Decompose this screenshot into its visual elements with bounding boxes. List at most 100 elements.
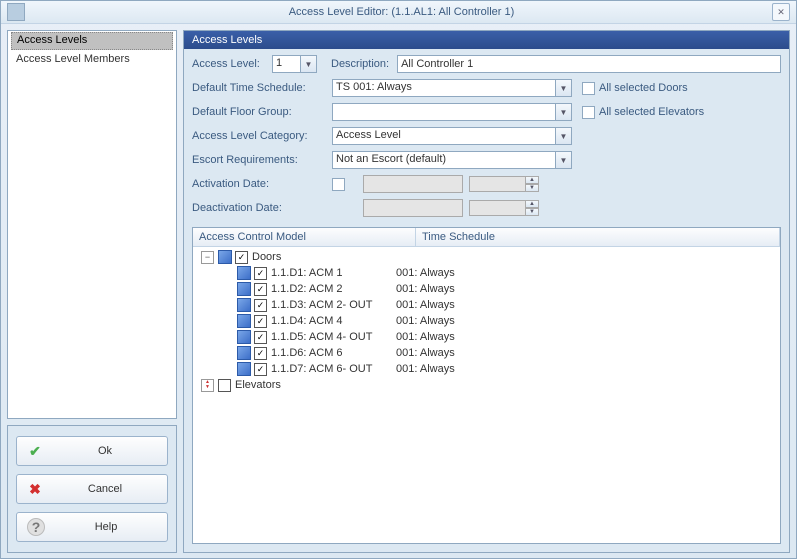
window-title: Access Level Editor: (1.1.AL1: All Contr… [31,6,772,18]
cube-icon [237,282,251,296]
activation-label: Activation Date: [192,178,332,190]
client-area: Access Levels Access Level Members ✔ Ok … [1,24,796,559]
titlebar: Access Level Editor: (1.1.AL1: All Contr… [1,1,796,24]
item-schedule: 001: Always [396,315,776,327]
category-select[interactable]: Access Level ▼ [332,127,572,145]
tree-row-door-item[interactable]: ✓ 1.1.D3: ACM 2- OUT 001: Always [193,297,780,313]
cube-icon [237,330,251,344]
nav-item-access-levels[interactable]: Access Levels [11,32,173,50]
description-input[interactable] [397,55,781,73]
ok-label: Ok [53,445,157,457]
side-column: Access Levels Access Level Members ✔ Ok … [7,30,177,553]
list-body: − ✓ Doors ✓ 1.1.D1: ACM 1 001: Always ✓ 1.1.D2:… [193,247,780,543]
cube-icon [237,346,251,360]
ok-button[interactable]: ✔ Ok [16,436,168,466]
escort-value: Not an Escort (default) [336,153,446,165]
item-checkbox[interactable]: ✓ [254,315,267,328]
deactivation-date-input[interactable] [363,199,463,217]
access-level-select[interactable]: 1 ▼ [272,55,317,73]
all-elevators-label: All selected Elevators [599,106,704,118]
tree-row-door-item[interactable]: ✓ 1.1.D2: ACM 2 001: Always [193,281,780,297]
panel-header: Access Levels [184,31,789,49]
access-level-value: 1 [276,57,282,69]
item-schedule: 001: Always [396,267,776,279]
tree-row-door-item[interactable]: ✓ 1.1.D7: ACM 6- OUT 001: Always [193,361,780,377]
tree-row-elevators[interactable]: ▲▼ Elevators [193,377,780,393]
chevron-down-icon: ▼ [555,152,571,168]
tree-row-door-item[interactable]: ✓ 1.1.D5: ACM 4- OUT 001: Always [193,329,780,345]
sort-icon[interactable]: ▲▼ [201,379,214,392]
access-level-label: Access Level: [192,58,272,70]
nav-item-access-level-members[interactable]: Access Level Members [8,51,176,67]
item-checkbox[interactable]: ✓ [254,347,267,360]
activation-checkbox[interactable] [332,178,345,191]
item-checkbox[interactable]: ✓ [254,363,267,376]
spin-down-icon: ▼ [525,184,539,192]
cube-icon [237,266,251,280]
help-button[interactable]: ? Help [16,512,168,542]
cancel-label: Cancel [53,483,157,495]
item-checkbox[interactable]: ✓ [254,299,267,312]
default-time-select[interactable]: TS 001: Always ▼ [332,79,572,97]
window: Access Level Editor: (1.1.AL1: All Contr… [0,0,797,559]
category-value: Access Level [336,129,401,141]
cross-icon: ✖ [27,481,43,497]
item-schedule: 001: Always [396,331,776,343]
default-floor-label: Default Floor Group: [192,106,332,118]
item-name: 1.1.D5: ACM 4- OUT [271,331,372,343]
nav-tree: Access Levels Access Level Members [7,30,177,419]
cube-icon [237,362,251,376]
col-model[interactable]: Access Control Model [193,228,416,246]
item-schedule: 001: Always [396,283,776,295]
activation-date-input[interactable] [363,175,463,193]
tree-row-door-item[interactable]: ✓ 1.1.D1: ACM 1 001: Always [193,265,780,281]
tree-row-door-item[interactable]: ✓ 1.1.D4: ACM 4 001: Always [193,313,780,329]
item-name: 1.1.D4: ACM 4 [271,315,343,327]
item-checkbox[interactable]: ✓ [254,283,267,296]
deactivation-time-spinner[interactable]: ▲▼ [469,200,539,216]
form-area: Access Level: 1 ▼ Description: Default T… [184,49,789,227]
chevron-down-icon: ▼ [555,80,571,96]
escort-label: Escort Requirements: [192,154,332,166]
item-name: 1.1.D2: ACM 2 [271,283,343,295]
item-name: 1.1.D3: ACM 2- OUT [271,299,372,311]
item-schedule: 001: Always [396,363,776,375]
spin-down-icon: ▼ [525,208,539,216]
all-doors-checkbox[interactable] [582,82,595,95]
col-schedule[interactable]: Time Schedule [416,228,780,246]
tree-row-doors[interactable]: − ✓ Doors [193,249,780,265]
button-panel: ✔ Ok ✖ Cancel ? Help [7,425,177,553]
cancel-button[interactable]: ✖ Cancel [16,474,168,504]
activation-time-spinner[interactable]: ▲▼ [469,176,539,192]
tree-row-door-item[interactable]: ✓ 1.1.D6: ACM 6 001: Always [193,345,780,361]
item-name: 1.1.D1: ACM 1 [271,267,343,279]
default-time-label: Default Time Schedule: [192,82,332,94]
item-schedule: 001: Always [396,347,776,359]
doors-label: Doors [252,251,281,263]
main-panel: Access Levels Access Level: 1 ▼ Descript… [183,30,790,553]
acm-list: Access Control Model Time Schedule − ✓ Doo… [192,227,781,544]
deactivation-label: Deactivation Date: [192,202,332,214]
default-floor-select[interactable]: ▼ [332,103,572,121]
check-icon: ✔ [27,443,43,459]
elevators-label: Elevators [235,379,281,391]
chevron-down-icon: ▼ [300,56,316,72]
help-label: Help [55,521,157,533]
close-button[interactable]: ✕ [772,3,790,21]
item-name: 1.1.D7: ACM 6- OUT [271,363,372,375]
doors-checkbox[interactable]: ✓ [235,251,248,264]
list-header: Access Control Model Time Schedule [193,228,780,247]
item-name: 1.1.D6: ACM 6 [271,347,343,359]
escort-select[interactable]: Not an Escort (default) ▼ [332,151,572,169]
item-checkbox[interactable]: ✓ [254,331,267,344]
spin-up-icon: ▲ [525,176,539,184]
description-label: Description: [331,58,389,70]
app-icon [7,3,25,21]
collapse-icon[interactable]: − [201,251,214,264]
item-schedule: 001: Always [396,299,776,311]
elevators-checkbox[interactable] [218,379,231,392]
all-doors-label: All selected Doors [599,82,688,94]
item-checkbox[interactable]: ✓ [254,267,267,280]
all-elevators-checkbox[interactable] [582,106,595,119]
spin-up-icon: ▲ [525,200,539,208]
